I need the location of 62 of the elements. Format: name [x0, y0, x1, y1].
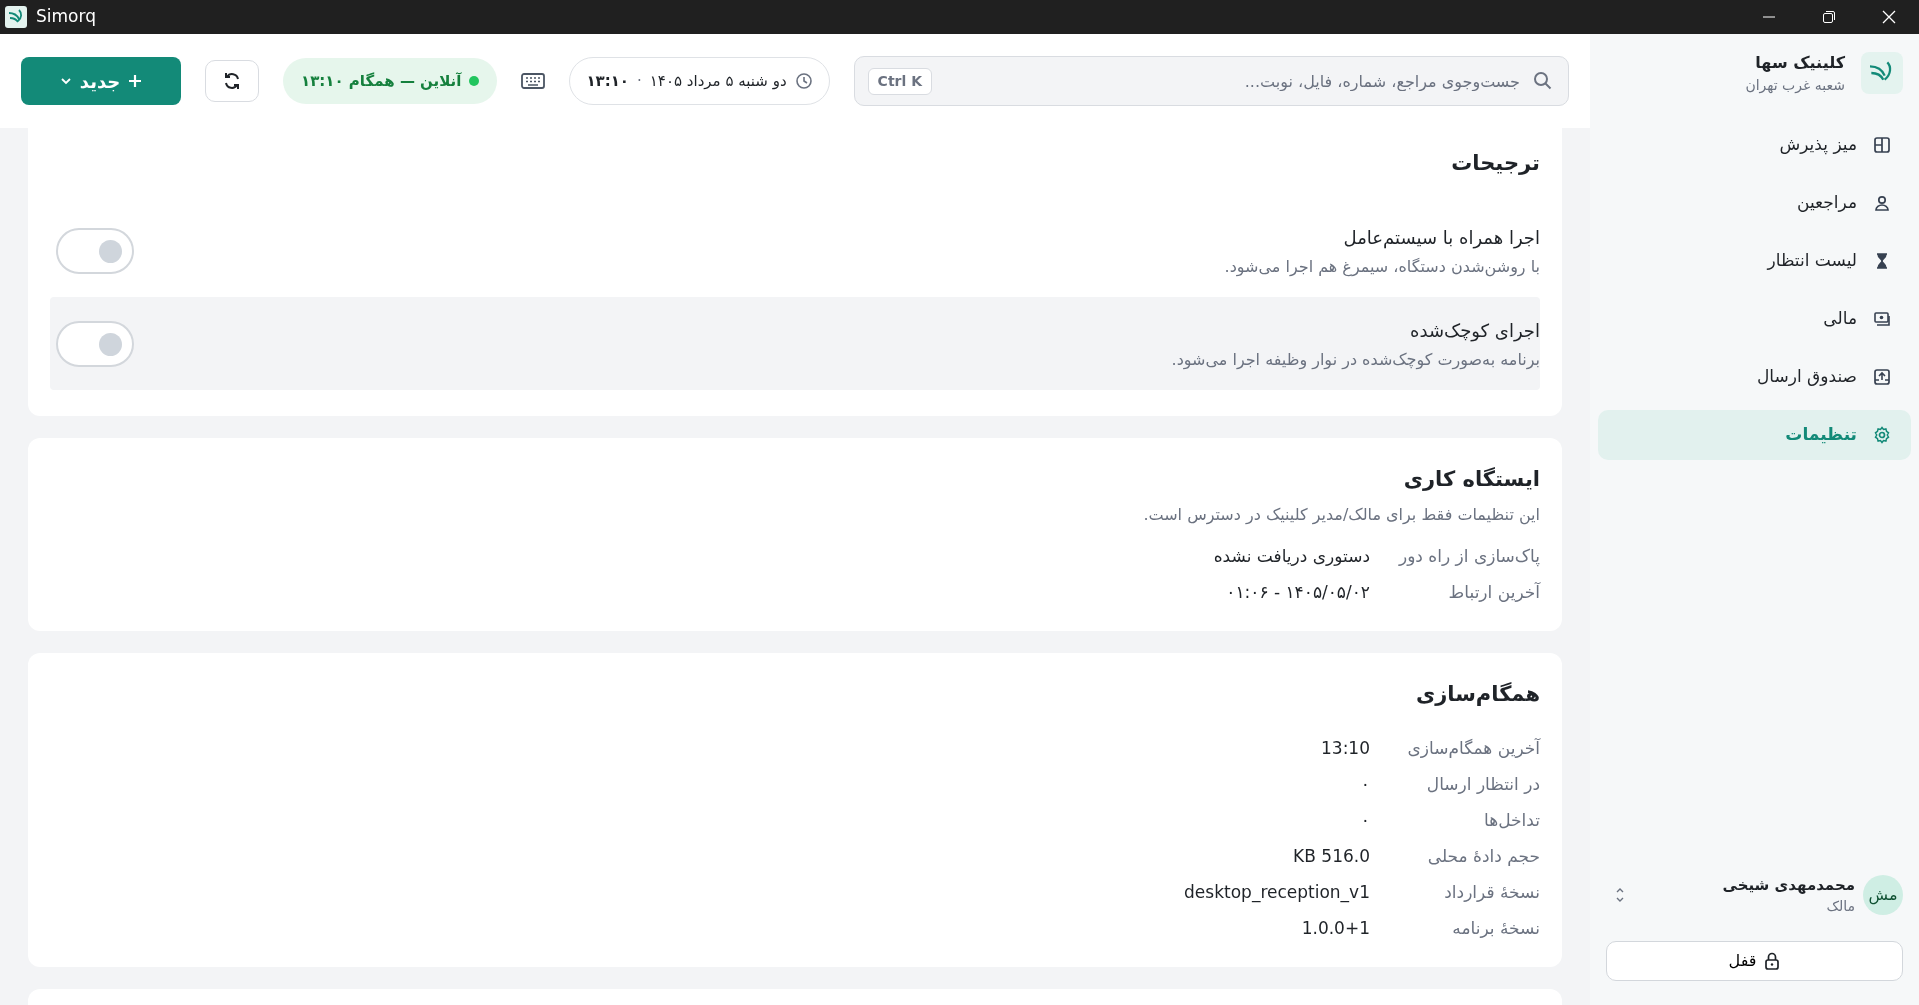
- field-label: نسخهٔ قرارداد: [1443, 880, 1540, 904]
- field-label: آخرین همگام‌سازی: [1406, 736, 1540, 760]
- keyboard-icon[interactable]: [521, 72, 546, 90]
- settings-icon: [1873, 426, 1891, 444]
- card-title: همگام‌سازی: [1415, 681, 1540, 708]
- search-icon: [1533, 71, 1553, 91]
- sidebar-item[interactable]: مالی: [1598, 294, 1911, 344]
- field-label: تداخل‌ها: [1483, 808, 1540, 832]
- sidebar-item[interactable]: تنظیمات: [1598, 410, 1911, 460]
- branch-name: شعبه غرب تهران: [1745, 75, 1845, 96]
- window-title: Simorq: [36, 5, 96, 29]
- setting-description: برنامه به‌صورت کوچک‌شده در نوار وظیفه اجرا می‌شود.: [1170, 348, 1540, 372]
- sidebar-item[interactable]: مراجعین: [1598, 178, 1911, 228]
- field-label: نسخهٔ برنامه: [1451, 916, 1540, 940]
- field-value: 13:10: [1321, 736, 1370, 760]
- time-text: ۱۳:۱۰: [586, 70, 630, 92]
- separator-dot: ·: [637, 70, 642, 92]
- plus-icon: [128, 74, 143, 88]
- clinic-name: کلینیک سها: [1754, 51, 1845, 74]
- date-text: دو شنبه ۵ مرداد ۱۴۰۵: [649, 70, 787, 92]
- caret-icon: [59, 75, 72, 87]
- clock-icon: [794, 72, 813, 90]
- sidebar-item[interactable]: لیست انتظار: [1598, 236, 1911, 286]
- toggle-switch[interactable]: [56, 321, 134, 367]
- sidebar-item[interactable]: میز پذیرش: [1598, 120, 1911, 170]
- sync-button[interactable]: [205, 60, 259, 102]
- upload-icon: [1873, 368, 1891, 386]
- field-value: ۱۴۰۵/۰۵/۰۲ - ۰۱:۰۶: [1226, 581, 1370, 604]
- lock-button[interactable]: قفل: [1606, 941, 1903, 981]
- layout-icon: [1873, 136, 1891, 154]
- setting-title: اجرا همراه با سیستم‌عامل: [1342, 225, 1540, 251]
- sync-icon: [222, 71, 242, 91]
- field-value: 516.0 KB: [1293, 844, 1370, 868]
- status-pill: آنلاین — همگام ۱۳:۱۰: [283, 58, 498, 104]
- toggle-switch[interactable]: [56, 228, 134, 274]
- field-label: آخرین ارتباط: [1447, 581, 1540, 604]
- clinic-logo: [1861, 52, 1903, 94]
- field-label: حجم دادهٔ محلی: [1426, 844, 1540, 868]
- field-value: ۰: [1360, 772, 1370, 796]
- setting-description: با روشن‌شدن دستگاه، سیمرغ هم اجرا می‌شود.: [1223, 255, 1540, 279]
- setting-title: اجرای کوچک‌شده: [1409, 318, 1540, 344]
- lock-icon: [1764, 952, 1781, 970]
- card-note: این تنظیمات فقط برای مالک/مدیر کلینیک در دسترس است.: [1142, 504, 1540, 527]
- app-logo-icon: [4, 5, 28, 29]
- user-role: مالک: [1825, 897, 1855, 916]
- restore-icon: [1822, 10, 1836, 24]
- card-title: ایستگاه کاری: [1402, 465, 1540, 493]
- sidebar-item[interactable]: صندوق ارسال: [1598, 352, 1911, 402]
- field-value: 1.0.0+1: [1301, 916, 1370, 940]
- close-icon: [1881, 9, 1897, 25]
- user-name: محمدمهدی شیخی: [1721, 874, 1855, 896]
- new-button[interactable]: جدید: [21, 57, 181, 105]
- field-value: desktop_reception_v1: [1184, 880, 1370, 905]
- field-value: ۰: [1360, 808, 1370, 832]
- card-title: ترجیحات: [1450, 150, 1540, 177]
- field-label: در انتظار ارسال: [1425, 772, 1540, 796]
- field-label: پاک‌سازی از راه دور: [1397, 545, 1540, 569]
- shortcut-hint: Ctrl K: [867, 68, 932, 95]
- cash-icon: [1873, 310, 1891, 328]
- field-value: دستوری دریافت نشده: [1213, 545, 1370, 568]
- user-avatar: مش: [1863, 875, 1903, 916]
- person-icon: [1873, 194, 1891, 212]
